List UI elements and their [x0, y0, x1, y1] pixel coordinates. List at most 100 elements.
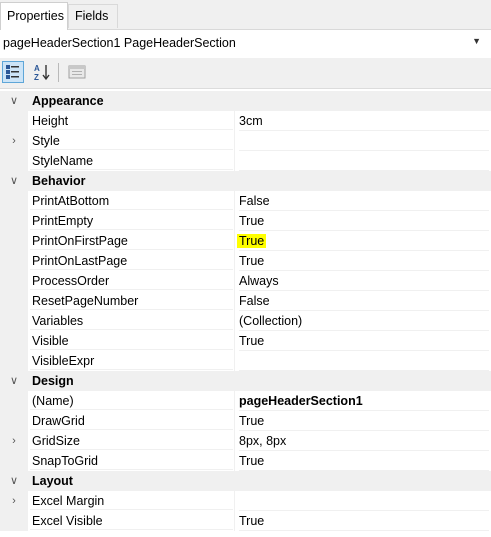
row-gutter — [0, 391, 28, 411]
property-value[interactable]: True — [237, 231, 489, 251]
property-name[interactable]: PrintOnLastPage — [30, 251, 233, 270]
property-name[interactable]: VisibleExpr — [30, 351, 233, 370]
category-row-design[interactable]: ∨ Design — [0, 371, 491, 391]
column-divider[interactable] — [234, 131, 235, 151]
expand-chevron-icon[interactable]: › — [0, 431, 28, 451]
property-value[interactable]: True — [239, 511, 489, 531]
collapse-chevron-icon[interactable]: ∨ — [0, 371, 28, 391]
expand-chevron-icon[interactable]: › — [0, 491, 28, 511]
property-row[interactable]: PrintEmpty True — [0, 211, 491, 231]
column-divider[interactable] — [234, 391, 235, 411]
property-name[interactable]: DrawGrid — [30, 411, 233, 430]
category-row-appearance[interactable]: ∨ Appearance — [0, 91, 491, 111]
property-value[interactable] — [239, 351, 489, 371]
property-value[interactable]: 8px, 8px — [239, 431, 489, 451]
property-row[interactable]: › GridSize 8px, 8px — [0, 431, 491, 451]
categorized-button[interactable] — [2, 61, 24, 83]
alphabetical-button[interactable]: A Z — [31, 61, 53, 83]
column-divider[interactable] — [234, 231, 235, 251]
property-name[interactable]: ResetPageNumber — [30, 291, 233, 310]
column-divider[interactable] — [234, 411, 235, 431]
property-name[interactable]: ProcessOrder — [30, 271, 233, 290]
column-divider[interactable] — [234, 271, 235, 291]
row-gutter — [0, 411, 28, 431]
property-row[interactable]: ResetPageNumber False — [0, 291, 491, 311]
property-name[interactable]: GridSize — [30, 431, 233, 450]
collapse-chevron-icon[interactable]: ∨ — [0, 171, 28, 191]
property-row[interactable]: VisibleExpr — [0, 351, 491, 371]
column-divider[interactable] — [234, 191, 235, 211]
property-row[interactable]: PrintOnLastPage True — [0, 251, 491, 271]
property-row[interactable]: Excel Visible True — [0, 511, 491, 531]
property-name[interactable]: Visible — [30, 331, 233, 350]
property-value-text: True — [239, 214, 265, 228]
property-value[interactable]: True — [239, 411, 489, 431]
property-row[interactable]: SnapToGrid True — [0, 451, 491, 471]
property-name[interactable]: Height — [30, 111, 233, 130]
property-row[interactable]: PrintOnFirstPage True — [0, 231, 491, 251]
property-name[interactable]: PrintOnFirstPage — [30, 231, 233, 250]
property-value[interactable] — [239, 491, 489, 511]
property-row[interactable]: Height 3cm — [0, 111, 491, 131]
property-value[interactable]: False — [239, 291, 489, 311]
property-row[interactable]: ProcessOrder Always — [0, 271, 491, 291]
property-value-text: (Collection) — [239, 314, 303, 328]
column-divider[interactable] — [234, 451, 235, 471]
property-pages-button[interactable] — [66, 61, 88, 83]
property-row[interactable]: › Excel Margin — [0, 491, 491, 511]
property-name[interactable]: PrintAtBottom — [30, 191, 233, 210]
column-divider[interactable] — [234, 291, 235, 311]
property-value[interactable]: 3cm — [239, 111, 489, 131]
column-divider[interactable] — [234, 331, 235, 351]
column-divider[interactable] — [234, 151, 235, 171]
category-row-behavior[interactable]: ∨ Behavior — [0, 171, 491, 191]
property-row[interactable]: DrawGrid True — [0, 411, 491, 431]
property-value[interactable]: (Collection) — [239, 311, 489, 331]
column-divider[interactable] — [234, 211, 235, 231]
property-row[interactable]: (Name) pageHeaderSection1 — [0, 391, 491, 411]
property-name[interactable]: StyleName — [30, 151, 233, 170]
collapse-chevron-icon[interactable]: ∨ — [0, 91, 28, 111]
column-divider[interactable] — [234, 351, 235, 371]
property-value-text: Always — [239, 274, 279, 288]
property-row[interactable]: › Style — [0, 131, 491, 151]
property-name[interactable]: Style — [30, 131, 233, 150]
property-value[interactable] — [239, 151, 489, 171]
property-value[interactable]: True — [239, 251, 489, 271]
property-name[interactable]: SnapToGrid — [30, 451, 233, 470]
column-divider[interactable] — [234, 431, 235, 451]
property-name[interactable]: Variables — [30, 311, 233, 330]
property-value-text: True — [239, 414, 265, 428]
property-value[interactable]: Always — [239, 271, 489, 291]
category-row-layout[interactable]: ∨ Layout — [0, 471, 491, 491]
property-name[interactable]: Excel Margin — [30, 491, 233, 510]
tab-fields[interactable]: Fields — [68, 4, 118, 28]
categorized-icon — [6, 65, 19, 79]
property-value-text: True — [239, 254, 265, 268]
property-row[interactable]: Variables (Collection) — [0, 311, 491, 331]
property-name[interactable]: PrintEmpty — [30, 211, 233, 230]
object-selector[interactable]: pageHeaderSection1 PageHeaderSection ▼ — [0, 30, 491, 59]
property-row[interactable]: Visible True — [0, 331, 491, 351]
property-value[interactable]: True — [239, 211, 489, 231]
column-divider[interactable] — [234, 111, 235, 131]
property-value[interactable]: True — [239, 331, 489, 351]
tab-properties[interactable]: Properties — [0, 2, 68, 30]
collapse-chevron-icon[interactable]: ∨ — [0, 471, 28, 491]
column-divider[interactable] — [234, 511, 235, 531]
category-label: Design — [32, 374, 74, 388]
column-divider[interactable] — [234, 311, 235, 331]
property-value[interactable] — [239, 131, 489, 151]
property-row[interactable]: StyleName — [0, 151, 491, 171]
row-gutter — [0, 231, 28, 251]
dropdown-arrow-icon[interactable]: ▼ — [472, 36, 481, 46]
property-row[interactable]: PrintAtBottom False — [0, 191, 491, 211]
column-divider[interactable] — [234, 251, 235, 271]
column-divider[interactable] — [234, 491, 235, 511]
expand-chevron-icon[interactable]: › — [0, 131, 28, 151]
property-value[interactable]: False — [239, 191, 489, 211]
property-value[interactable]: True — [239, 451, 489, 471]
property-value[interactable]: pageHeaderSection1 — [239, 391, 489, 411]
property-name[interactable]: Excel Visible — [30, 511, 233, 530]
property-name[interactable]: (Name) — [30, 391, 233, 410]
